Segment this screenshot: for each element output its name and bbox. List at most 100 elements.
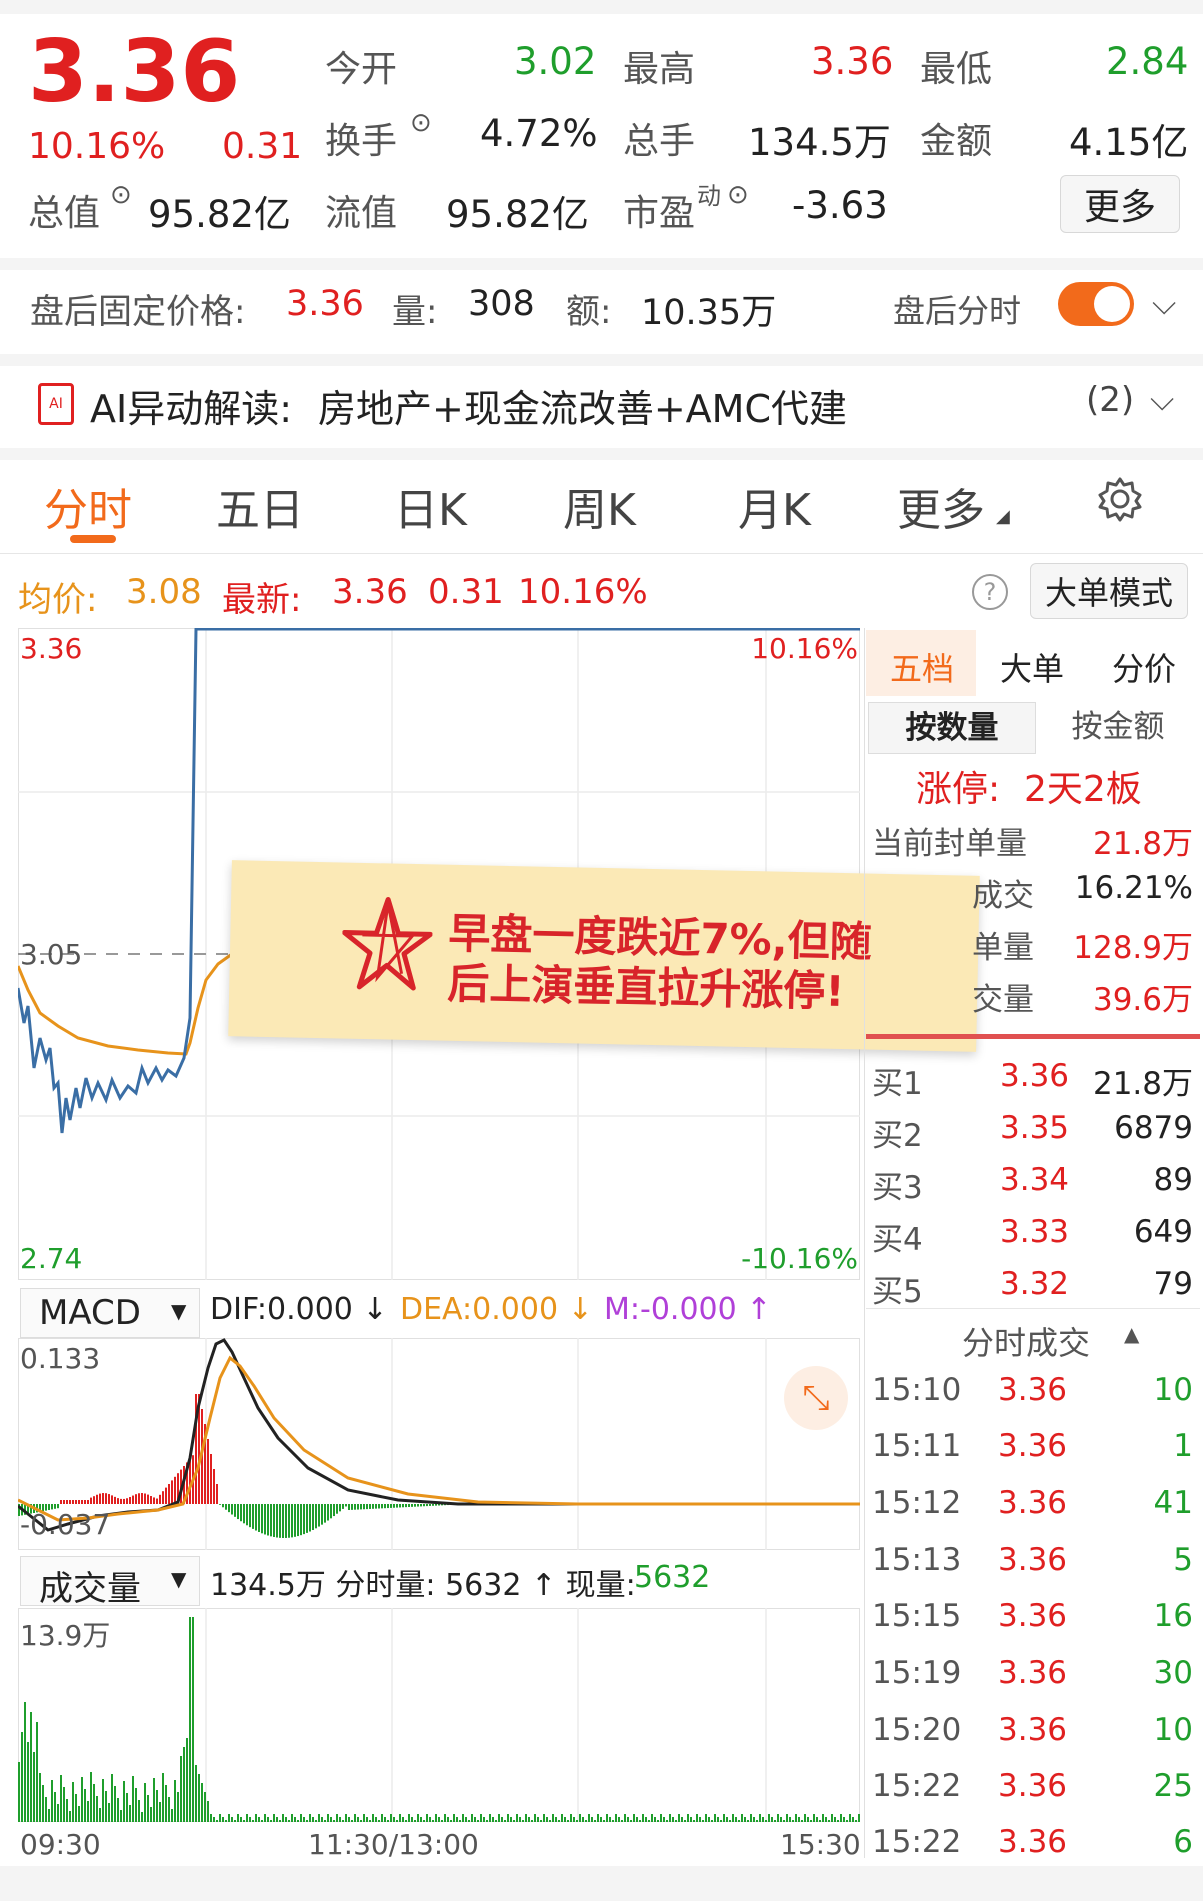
macd-bar	[90, 1497, 92, 1504]
more-button[interactable]: 更多	[1060, 175, 1180, 233]
volume-bar	[705, 1814, 707, 1822]
volume-bar	[246, 1814, 248, 1822]
settings-gear-icon[interactable]	[1096, 475, 1144, 523]
macd-bar	[408, 1504, 410, 1507]
after-hours-toggle[interactable]	[1058, 282, 1134, 326]
tab-monthly-k[interactable]: 月K	[738, 474, 811, 538]
volume-bar	[786, 1814, 788, 1822]
volume-bar	[660, 1814, 662, 1822]
trade-price: 3.36	[998, 1428, 1068, 1464]
divider	[0, 354, 1203, 366]
volume-bar	[189, 1617, 191, 1822]
volume-bar	[564, 1817, 566, 1822]
trades-title[interactable]: 分时成交	[962, 1318, 1090, 1364]
ai-banner-text[interactable]: 房地产+现金流改善+AMC代建	[318, 378, 847, 433]
sticky-note-line-2: 后上演垂直拉升涨停!	[446, 958, 845, 1017]
high-label: 最高	[623, 49, 696, 90]
volume-bar	[369, 1820, 371, 1822]
price-axis-mid: 3.05	[20, 938, 83, 971]
macd-bar	[75, 1500, 77, 1504]
tab-five-day[interactable]: 五日	[216, 474, 304, 538]
volume-bar	[120, 1810, 122, 1822]
volume-bar	[741, 1814, 743, 1822]
tab-timeshare[interactable]: 分时	[44, 474, 132, 538]
macd-bar	[387, 1504, 389, 1509]
volume-bar	[81, 1777, 83, 1822]
active-tab-indicator	[70, 535, 116, 543]
expand-icon[interactable]: ⤡	[784, 1366, 848, 1430]
caret-up-icon[interactable]: ▲	[1124, 1322, 1139, 1346]
macd-bar	[81, 1500, 83, 1504]
volume-bar	[609, 1817, 611, 1822]
volume-bar	[87, 1801, 89, 1822]
subtab-by-amount[interactable]: 按金额	[1036, 702, 1200, 752]
tab-big-order[interactable]: 大单	[1000, 644, 1064, 690]
info-circle-icon[interactable]: ⊙	[410, 108, 432, 138]
macd-bar	[222, 1504, 224, 1508]
volume-bar	[333, 1820, 335, 1822]
trade-time: 15:22	[872, 1824, 962, 1860]
macd-bar	[411, 1504, 413, 1507]
volume-bar	[117, 1798, 119, 1822]
tab-more[interactable]: 更多	[897, 474, 985, 538]
latest-value: 3.36	[332, 572, 408, 612]
info-circle-icon[interactable]: ⊙	[110, 180, 132, 210]
time-axis-start: 09:30	[20, 1828, 101, 1861]
macd-m: M:-0.000 ↑	[604, 1292, 772, 1327]
volume-summary: 134.5万 分时量: 5632 ↑ 现量:	[210, 1568, 636, 1603]
volume-bar	[624, 1814, 626, 1822]
volume-bar	[657, 1820, 659, 1822]
tab-weekly-k[interactable]: 周K	[563, 474, 636, 538]
help-icon[interactable]: ?	[972, 574, 1008, 610]
macd-bar	[396, 1504, 398, 1508]
volume-bar	[174, 1780, 176, 1822]
volume-bar	[543, 1814, 545, 1822]
macd-bar	[171, 1480, 173, 1504]
sticky-note-line-1: 早盘一度跌近7%,但随	[447, 908, 873, 967]
bid-label: 买5	[872, 1274, 923, 1310]
avg-value: 3.08	[126, 572, 202, 612]
limit-up-label: 涨停:	[916, 769, 1001, 810]
macd-bar	[93, 1496, 95, 1504]
ai-banner-title[interactable]: AI异动解读:	[90, 378, 292, 433]
subtab-by-quantity[interactable]: 按数量	[868, 702, 1036, 754]
volume-bar	[210, 1814, 212, 1822]
macd-bar	[384, 1504, 386, 1509]
corner-triangle-icon: ◢	[996, 506, 1010, 527]
volume-bar	[633, 1814, 635, 1822]
tab-daily-k[interactable]: 日K	[394, 474, 467, 538]
chevron-down-icon[interactable]: ⌵	[1150, 380, 1174, 419]
tab-price-dist[interactable]: 分价	[1112, 644, 1176, 690]
macd-bar	[159, 1494, 161, 1504]
big-order-mode-button[interactable]: 大单模式	[1030, 563, 1188, 619]
volume-bar	[249, 1817, 251, 1822]
volume-bar	[135, 1788, 137, 1822]
macd-bar	[141, 1493, 143, 1504]
volume-selector[interactable]: 成交量 ▼	[20, 1556, 200, 1609]
bid-volume: 21.8万	[1092, 1066, 1193, 1102]
volume-bar	[648, 1820, 650, 1822]
volume-bar	[255, 1814, 257, 1822]
volume-bar	[48, 1809, 50, 1822]
chevron-down-icon[interactable]: ⌵	[1152, 284, 1176, 323]
volume-bar	[57, 1804, 59, 1822]
macd-selector[interactable]: MACD ▼	[20, 1288, 200, 1338]
volume-bar	[552, 1814, 554, 1822]
stat-label: 当前封单量	[872, 826, 1027, 862]
volume-bar	[195, 1765, 197, 1822]
info-circle-icon[interactable]: ⊙	[727, 180, 749, 210]
after-hours-vol-label: 量:	[392, 292, 438, 332]
volume-bar	[279, 1820, 281, 1822]
volume-bar	[378, 1820, 380, 1822]
turnover-value: 4.72%	[480, 112, 598, 155]
volume-bar	[537, 1817, 539, 1822]
volume-bar	[762, 1817, 764, 1822]
volume-bar	[747, 1820, 749, 1822]
macd-bar	[252, 1504, 254, 1529]
macd-bar	[111, 1495, 113, 1504]
macd-bar	[342, 1504, 344, 1509]
tab-five-level[interactable]: 五档	[890, 644, 954, 690]
time-axis-mid: 11:30/13:00	[308, 1828, 479, 1861]
volume-bar	[288, 1820, 290, 1822]
volume-bar	[606, 1814, 608, 1822]
